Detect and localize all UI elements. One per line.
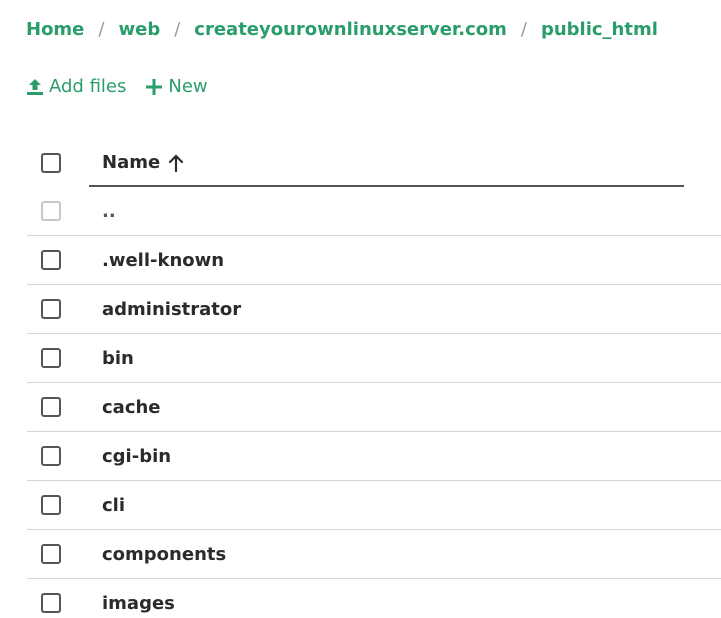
row-checkbox-cell (27, 299, 102, 319)
breadcrumb-public-html[interactable]: public_html (541, 19, 658, 40)
upload-icon (25, 77, 45, 97)
breadcrumb: Home / web / createyourownlinuxserver.co… (26, 19, 658, 40)
breadcrumb-separator: / (520, 19, 527, 40)
row-checkbox[interactable] (41, 593, 61, 613)
file-name[interactable]: administrator (102, 299, 241, 320)
name-column-label: Name (102, 152, 161, 173)
new-label: New (168, 76, 208, 97)
file-name[interactable]: .well-known (102, 250, 224, 271)
file-name[interactable]: cache (102, 397, 161, 418)
add-files-label: Add files (49, 76, 127, 97)
table-header: Name (27, 138, 721, 187)
parent-directory-link[interactable]: .. (102, 201, 116, 222)
row-checkbox[interactable] (41, 495, 61, 515)
new-button[interactable]: New (144, 76, 208, 97)
breadcrumb-separator: / (174, 19, 181, 40)
breadcrumb-separator: / (98, 19, 105, 40)
row-checkbox[interactable] (41, 348, 61, 368)
row-checkbox-cell (27, 544, 102, 564)
table-row[interactable]: cache (27, 383, 721, 432)
row-checkbox[interactable] (41, 299, 61, 319)
select-all-cell (27, 152, 102, 173)
row-checkbox (41, 201, 61, 221)
toolbar: Add files New (25, 76, 208, 97)
row-checkbox[interactable] (41, 397, 61, 417)
plus-icon (144, 77, 164, 97)
row-checkbox[interactable] (41, 544, 61, 564)
table-row[interactable]: bin (27, 334, 721, 383)
select-all-checkbox[interactable] (41, 152, 61, 173)
row-checkbox-cell (27, 250, 102, 270)
breadcrumb-home[interactable]: Home (26, 19, 84, 40)
row-checkbox[interactable] (41, 446, 61, 466)
row-checkbox[interactable] (41, 250, 61, 270)
file-manager-page: Home / web / createyourownlinuxserver.co… (0, 0, 721, 618)
row-checkbox-cell (27, 446, 102, 466)
row-checkbox-cell (27, 348, 102, 368)
table-row[interactable]: images (27, 579, 721, 618)
table-row[interactable]: components (27, 530, 721, 579)
breadcrumb-domain[interactable]: createyourownlinuxserver.com (194, 19, 507, 40)
table-row[interactable]: administrator (27, 285, 721, 334)
file-name[interactable]: cli (102, 495, 125, 516)
add-files-button[interactable]: Add files (25, 76, 126, 97)
file-name[interactable]: cgi-bin (102, 446, 171, 467)
table-row[interactable]: .. (27, 187, 721, 236)
file-table: Name .. .well-known administrator bin ca… (27, 138, 721, 618)
name-column-header[interactable]: Name (102, 152, 184, 173)
file-name[interactable]: components (102, 544, 226, 565)
row-checkbox-cell (27, 593, 102, 613)
breadcrumb-web[interactable]: web (118, 19, 160, 40)
file-name[interactable]: images (102, 593, 175, 614)
row-checkbox-cell (27, 397, 102, 417)
file-name[interactable]: bin (102, 348, 134, 369)
table-row[interactable]: cli (27, 481, 721, 530)
table-row[interactable]: .well-known (27, 236, 721, 285)
row-checkbox-cell (27, 201, 102, 221)
table-row[interactable]: cgi-bin (27, 432, 721, 481)
arrow-up-icon (168, 154, 184, 172)
row-checkbox-cell (27, 495, 102, 515)
